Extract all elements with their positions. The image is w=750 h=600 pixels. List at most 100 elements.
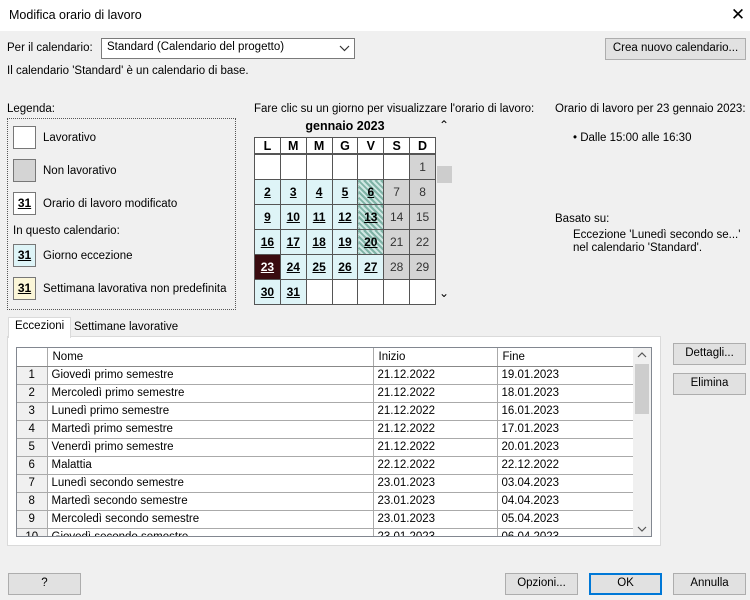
row-number[interactable]: 1: [17, 366, 48, 385]
calendar-day-22[interactable]: 22: [409, 229, 436, 255]
calendar-day-1[interactable]: 1: [409, 154, 436, 180]
table-row[interactable]: 10 Giovedì secondo semestre 23.01.2023 06.0…: [17, 528, 634, 536]
row-number[interactable]: 10: [17, 528, 48, 536]
close-icon[interactable]: ✕: [726, 3, 750, 27]
calendar-day-4[interactable]: 4: [305, 179, 333, 205]
end-cell[interactable]: 18.01.2023: [497, 384, 634, 403]
ok-button[interactable]: OK: [589, 573, 662, 595]
calendar-day-6[interactable]: 6: [357, 179, 385, 205]
calendar-day-18[interactable]: 18: [305, 229, 333, 255]
start-cell[interactable]: 21.12.2022: [373, 438, 498, 457]
calendar-day-11[interactable]: 11: [305, 204, 333, 230]
calendar-day-12[interactable]: 12: [331, 204, 359, 230]
scroll-up-icon[interactable]: [636, 350, 648, 363]
start-cell[interactable]: 23.01.2023: [373, 474, 498, 493]
calendar-day-2[interactable]: 2: [254, 179, 281, 205]
start-cell[interactable]: 22.12.2022: [373, 456, 498, 475]
table-row[interactable]: 1 Giovedì primo semestre 21.12.2022 19.01.2…: [17, 366, 634, 385]
name-cell[interactable]: Malattia: [47, 456, 374, 475]
calendar-day-24[interactable]: 24: [279, 254, 307, 280]
name-cell[interactable]: Mercoledì primo semestre: [47, 384, 374, 403]
row-number[interactable]: 7: [17, 474, 48, 493]
tab-exceptions[interactable]: Eccezioni: [8, 317, 72, 338]
calendar-day-5[interactable]: 5: [331, 179, 359, 205]
name-cell[interactable]: Mercoledì secondo semestre: [47, 510, 374, 529]
name-cell[interactable]: Venerdì primo semestre: [47, 438, 374, 457]
help-button[interactable]: ?: [8, 573, 81, 595]
name-cell[interactable]: Lunedì secondo semestre: [47, 474, 374, 493]
calendar-day-8[interactable]: 8: [409, 179, 436, 205]
end-cell[interactable]: 16.01.2023: [497, 402, 634, 421]
start-cell[interactable]: 21.12.2022: [373, 420, 498, 439]
calendar-scroll-thumb[interactable]: [437, 166, 452, 183]
row-number[interactable]: 6: [17, 456, 48, 475]
calendar-day-14[interactable]: 14: [383, 204, 411, 230]
calendar-day-9[interactable]: 9: [254, 204, 281, 230]
calendar-day-27[interactable]: 27: [357, 254, 385, 280]
row-number[interactable]: 5: [17, 438, 48, 457]
table-row[interactable]: 7 Lunedì secondo semestre 23.01.2023 03.04.…: [17, 474, 634, 493]
calendar-day-19[interactable]: 19: [331, 229, 359, 255]
scroll-thumb[interactable]: [635, 364, 649, 414]
name-cell[interactable]: Martedì secondo semestre: [47, 492, 374, 511]
end-cell[interactable]: 22.12.2022: [497, 456, 634, 475]
name-cell[interactable]: Lunedì primo semestre: [47, 402, 374, 421]
calendar-day-28[interactable]: 28: [383, 254, 411, 280]
column-header-1[interactable]: Inizio: [373, 348, 498, 367]
row-number[interactable]: 4: [17, 420, 48, 439]
calendar-day-7[interactable]: 7: [383, 179, 411, 205]
tab-work-weeks[interactable]: Settimane lavorative: [68, 319, 184, 339]
name-cell[interactable]: Giovedì primo semestre: [47, 366, 374, 385]
calendar-day-15[interactable]: 15: [409, 204, 436, 230]
row-number[interactable]: 3: [17, 402, 48, 421]
column-header-2[interactable]: Fine: [497, 348, 634, 367]
calendar-day-13[interactable]: 13: [357, 204, 385, 230]
calendar-day-25[interactable]: 25: [305, 254, 333, 280]
calendar-day-16[interactable]: 16: [254, 229, 281, 255]
delete-button[interactable]: Elimina: [673, 373, 746, 395]
table-row[interactable]: 6 Malattia 22.12.2022 22.12.2022: [17, 456, 634, 475]
end-cell[interactable]: 05.04.2023: [497, 510, 634, 529]
end-cell[interactable]: 19.01.2023: [497, 366, 634, 385]
start-cell[interactable]: 23.01.2023: [373, 528, 498, 536]
calendar-down-icon[interactable]: ⌄: [439, 286, 449, 300]
row-number[interactable]: 8: [17, 492, 48, 511]
column-header-0[interactable]: Nome: [47, 348, 374, 367]
end-cell[interactable]: 04.04.2023: [497, 492, 634, 511]
cancel-button[interactable]: Annulla: [673, 573, 746, 595]
start-cell[interactable]: 21.12.2022: [373, 402, 498, 421]
end-cell[interactable]: 06.04.2023: [497, 528, 634, 536]
table-row[interactable]: 5 Venerdì primo semestre 21.12.2022 20.01.2…: [17, 438, 634, 457]
table-row[interactable]: 3 Lunedì primo semestre 21.12.2022 16.01.20…: [17, 402, 634, 421]
calendar-day-20[interactable]: 20: [357, 229, 385, 255]
details-button[interactable]: Dettagli...: [673, 343, 746, 365]
start-cell[interactable]: 21.12.2022: [373, 366, 498, 385]
start-cell[interactable]: 21.12.2022: [373, 384, 498, 403]
calendar-day-29[interactable]: 29: [409, 254, 436, 280]
start-cell[interactable]: 23.01.2023: [373, 510, 498, 529]
calendar-day-10[interactable]: 10: [279, 204, 307, 230]
name-cell[interactable]: Giovedì secondo semestre: [47, 528, 374, 536]
calendar-dropdown[interactable]: Standard (Calendario del progetto): [101, 38, 355, 59]
row-number[interactable]: 2: [17, 384, 48, 403]
calendar-day-31[interactable]: 31: [279, 279, 307, 305]
table-scrollbar[interactable]: [633, 348, 651, 536]
calendar-day-17[interactable]: 17: [279, 229, 307, 255]
calendar-up-icon[interactable]: ⌃: [439, 118, 449, 132]
calendar-day-23[interactable]: 23: [254, 254, 281, 280]
calendar-day-3[interactable]: 3: [279, 179, 307, 205]
start-cell[interactable]: 23.01.2023: [373, 492, 498, 511]
row-number[interactable]: 9: [17, 510, 48, 529]
table-row[interactable]: 2 Mercoledì primo semestre 21.12.2022 18.01…: [17, 384, 634, 403]
calendar-day-21[interactable]: 21: [383, 229, 411, 255]
table-row[interactable]: 4 Martedì primo semestre 21.12.2022 17.01.2…: [17, 420, 634, 439]
end-cell[interactable]: 17.01.2023: [497, 420, 634, 439]
end-cell[interactable]: 03.04.2023: [497, 474, 634, 493]
table-row[interactable]: 8 Martedì secondo semestre 23.01.2023 04.04…: [17, 492, 634, 511]
create-calendar-button[interactable]: Crea nuovo calendario...: [605, 38, 746, 60]
calendar-day-26[interactable]: 26: [331, 254, 359, 280]
end-cell[interactable]: 20.01.2023: [497, 438, 634, 457]
options-button[interactable]: Opzioni...: [505, 573, 578, 595]
calendar-day-30[interactable]: 30: [254, 279, 281, 305]
scroll-down-icon[interactable]: [636, 524, 648, 536]
